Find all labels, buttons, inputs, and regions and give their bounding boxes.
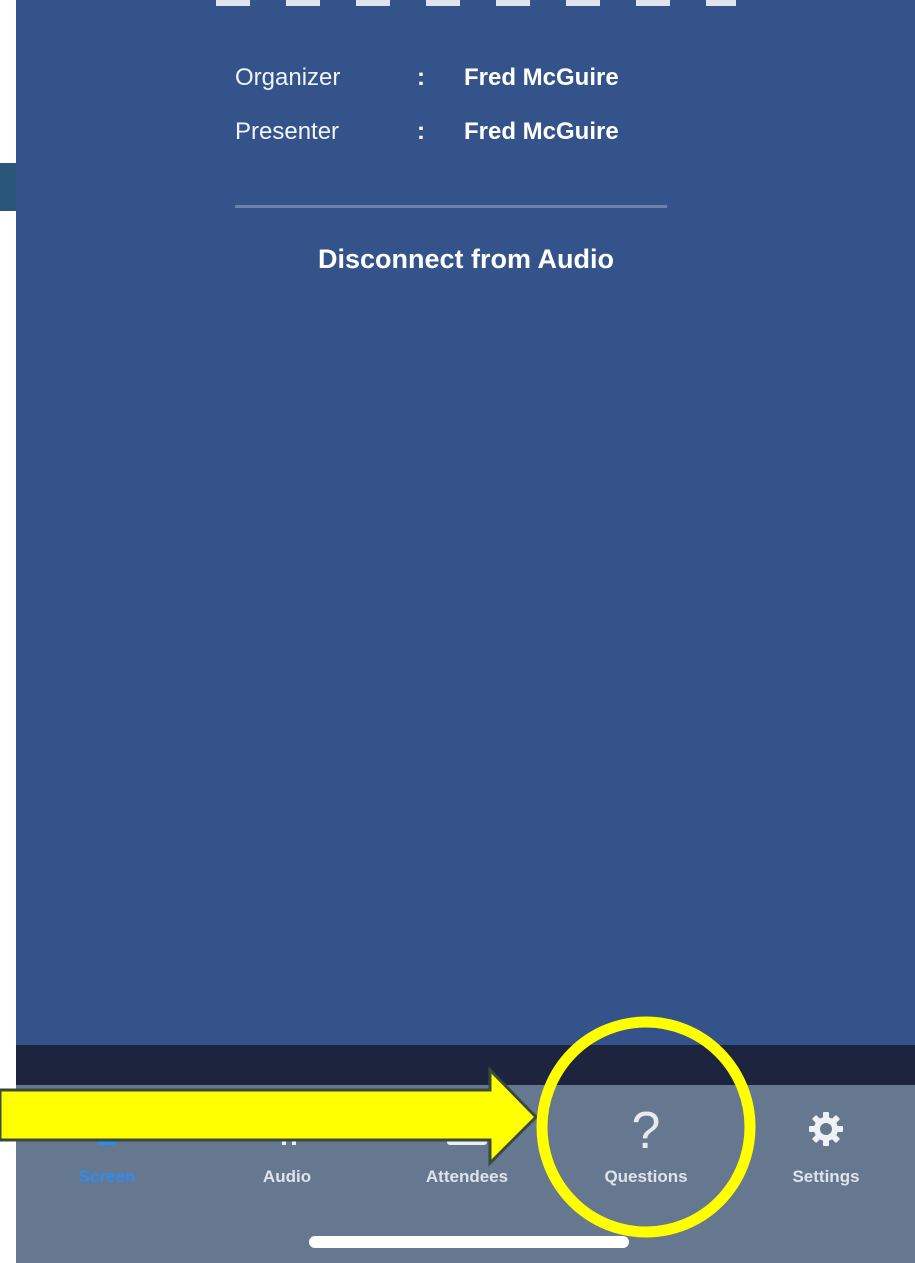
organizer-separator: : xyxy=(417,64,425,91)
attendees-icon xyxy=(392,1109,542,1149)
question-icon: ? xyxy=(571,1105,721,1157)
tab-screen[interactable]: Screen xyxy=(32,1085,182,1205)
tab-questions[interactable]: ? Questions xyxy=(571,1085,721,1205)
tab-questions-label: Questions xyxy=(604,1167,688,1186)
organizer-label: Organizer xyxy=(235,64,341,91)
screen-icon xyxy=(32,1109,182,1149)
presenter-name: Fred McGuire xyxy=(464,118,619,145)
presenter-label: Presenter xyxy=(235,118,340,145)
presenter-separator: : xyxy=(417,118,425,145)
tab-attendees-label: Attendees xyxy=(425,1167,509,1186)
home-indicator xyxy=(309,1236,629,1248)
gear-icon xyxy=(751,1109,901,1149)
tabbar-top-edge xyxy=(16,1045,915,1085)
tab-screen-label: Screen xyxy=(78,1167,136,1186)
organizer-name: Fred McGuire xyxy=(464,64,619,91)
cropped-title xyxy=(216,0,736,6)
tab-settings-label: Settings xyxy=(792,1167,860,1186)
disconnect-audio-button[interactable]: Disconnect from Audio xyxy=(200,244,732,275)
question-glyph: ? xyxy=(631,1102,661,1160)
left-edge-tab xyxy=(0,163,16,211)
divider xyxy=(235,205,667,208)
tab-attendees[interactable]: Attendees xyxy=(392,1085,542,1205)
tab-audio-label: Audio xyxy=(262,1167,312,1186)
tab-audio[interactable]: Audio xyxy=(212,1085,362,1205)
audio-icon xyxy=(212,1109,362,1149)
tab-settings[interactable]: Settings xyxy=(751,1085,901,1205)
